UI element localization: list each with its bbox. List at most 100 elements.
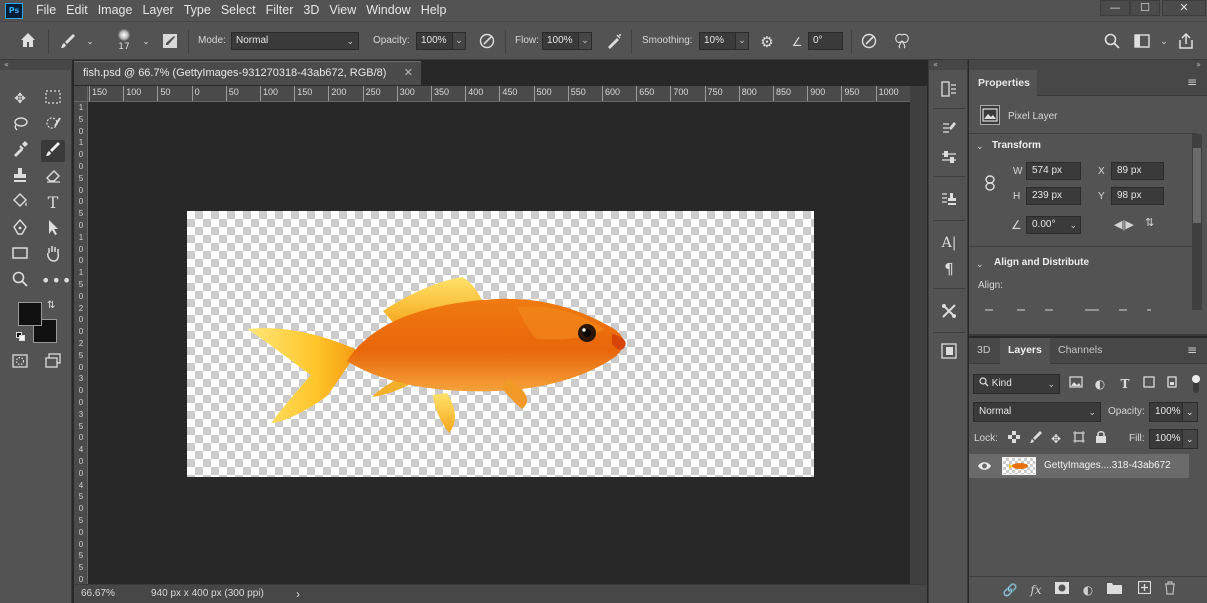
- brush-size-picker[interactable]: 17: [112, 28, 136, 52]
- path-selection-tool-icon[interactable]: [41, 218, 65, 240]
- share-icon[interactable]: [1176, 32, 1196, 52]
- hand-tool-icon[interactable]: [41, 244, 65, 266]
- menu-3d[interactable]: 3D: [298, 0, 324, 21]
- chevron-down-icon[interactable]: ⌄: [976, 259, 984, 270]
- menu-layer[interactable]: Layer: [137, 0, 178, 21]
- link-layers-icon[interactable]: 🔗: [1001, 581, 1019, 599]
- chevron-down-icon[interactable]: ⌄: [136, 32, 156, 52]
- flow-dropdown[interactable]: ⌄: [578, 32, 592, 50]
- menu-view[interactable]: View: [324, 0, 361, 21]
- foreground-color-swatch[interactable]: [18, 302, 42, 326]
- filter-toggle[interactable]: [1188, 375, 1204, 393]
- rectangle-tool-icon[interactable]: [8, 244, 32, 266]
- flip-vertical-icon[interactable]: ⇅: [1145, 216, 1154, 229]
- home-icon[interactable]: [18, 31, 38, 51]
- mode-select[interactable]: Normal ⌄: [231, 32, 359, 50]
- menu-image[interactable]: Image: [93, 0, 138, 21]
- align-buttons-row[interactable]: [983, 303, 1158, 311]
- properties-scrollbar[interactable]: [1192, 134, 1202, 310]
- link-icon[interactable]: [983, 174, 997, 195]
- filter-adjustment-icon[interactable]: ◐: [1091, 375, 1109, 393]
- height-input[interactable]: 239 px: [1026, 187, 1081, 205]
- new-group-icon[interactable]: [1105, 581, 1123, 599]
- adjustment-layer-icon[interactable]: ◐: [1079, 581, 1097, 599]
- zoom-level[interactable]: 66.67%: [81, 585, 115, 603]
- menu-help[interactable]: Help: [416, 0, 452, 21]
- fill-input[interactable]: 100%: [1149, 429, 1183, 449]
- chevron-down-icon[interactable]: ⌄: [80, 32, 100, 52]
- menu-window[interactable]: Window: [361, 0, 415, 21]
- panel-menu-icon[interactable]: ≡: [1187, 75, 1197, 89]
- layer-opacity-dropdown[interactable]: ⌄: [1182, 402, 1198, 422]
- adjustments-sliders-icon[interactable]: [937, 148, 961, 170]
- airbrush-icon[interactable]: [604, 32, 624, 52]
- layers-scrollbar[interactable]: [1195, 454, 1205, 574]
- lock-pixels-icon[interactable]: [1027, 430, 1045, 448]
- y-input[interactable]: 98 px: [1111, 187, 1164, 205]
- x-input[interactable]: 89 px: [1111, 162, 1164, 180]
- tab-layers[interactable]: Layers: [1000, 338, 1050, 364]
- brush-settings-icon[interactable]: [160, 32, 180, 52]
- filter-pixel-icon[interactable]: [1067, 375, 1085, 393]
- eyedropper-tool-icon[interactable]: [8, 140, 32, 162]
- width-input[interactable]: 574 px: [1026, 162, 1081, 180]
- fill-dropdown[interactable]: ⌄: [1182, 429, 1198, 449]
- symmetry-icon[interactable]: [892, 32, 912, 52]
- new-layer-icon[interactable]: [1135, 580, 1153, 599]
- menu-file[interactable]: File: [31, 0, 61, 21]
- close-window-button[interactable]: ✕: [1162, 0, 1206, 16]
- canvas-vertical-scrollbar[interactable]: [910, 86, 927, 584]
- layer-filter-kind[interactable]: Kind ⌄: [973, 374, 1060, 394]
- layer-row[interactable]: GettyImages....318-43ab672: [969, 454, 1189, 478]
- filter-smart-object-icon[interactable]: [1163, 375, 1181, 393]
- default-colors-icon[interactable]: [16, 332, 26, 342]
- opacity-dropdown[interactable]: ⌄: [452, 32, 466, 50]
- document-tab[interactable]: fish.psd @ 66.7% (GettyImages-931270318-…: [74, 61, 421, 85]
- pressure-size-icon[interactable]: [859, 32, 879, 52]
- clone-source-icon[interactable]: [937, 190, 961, 212]
- document-canvas[interactable]: [187, 211, 814, 477]
- rotation-input[interactable]: 0.00° ⌄: [1026, 216, 1081, 234]
- expand-panels[interactable]: «: [929, 60, 967, 70]
- flip-horizontal-icon[interactable]: ◀|▶: [1114, 218, 1134, 231]
- workspace-icon[interactable]: [1132, 32, 1152, 52]
- menu-select[interactable]: Select: [216, 0, 261, 21]
- filter-shape-icon[interactable]: [1140, 375, 1158, 393]
- screen-mode-icon[interactable]: [41, 352, 65, 374]
- maximize-button[interactable]: ☐: [1130, 0, 1160, 16]
- layer-name[interactable]: GettyImages....318-43ab672: [1044, 460, 1171, 471]
- angle-input[interactable]: 0°: [808, 32, 843, 50]
- more-tools-icon[interactable]: •••: [41, 270, 71, 292]
- pressure-opacity-icon[interactable]: [477, 32, 497, 52]
- paragraph-panel-icon[interactable]: ¶: [937, 258, 961, 280]
- character-panel-icon[interactable]: A|: [937, 232, 961, 254]
- menu-edit[interactable]: Edit: [61, 0, 93, 21]
- zoom-tool-icon[interactable]: [8, 270, 32, 292]
- delete-layer-icon[interactable]: [1161, 581, 1179, 599]
- tab-channels[interactable]: Channels: [1050, 338, 1110, 364]
- minimize-button[interactable]: —: [1100, 0, 1130, 16]
- panel-menu-icon[interactable]: ≡: [1187, 343, 1197, 357]
- lock-artboard-icon[interactable]: [1070, 430, 1088, 448]
- opacity-input[interactable]: 100%: [416, 32, 453, 50]
- menu-type[interactable]: Type: [179, 0, 216, 21]
- chevron-down-icon[interactable]: ⌄: [1154, 32, 1174, 52]
- fx-icon[interactable]: fx: [1027, 581, 1045, 599]
- artboard-icon[interactable]: [937, 342, 961, 364]
- quick-selection-tool-icon[interactable]: [41, 114, 65, 136]
- lock-transparency-icon[interactable]: [1005, 430, 1023, 448]
- layer-opacity-input[interactable]: 100%: [1149, 402, 1183, 422]
- add-mask-icon[interactable]: [1053, 581, 1071, 599]
- lock-position-icon[interactable]: ✥: [1047, 430, 1065, 448]
- menu-filter[interactable]: Filter: [261, 0, 299, 21]
- quick-mask-icon[interactable]: [8, 352, 32, 374]
- gear-icon[interactable]: ⚙: [757, 32, 777, 52]
- history-icon[interactable]: [937, 80, 961, 102]
- tab-properties[interactable]: Properties: [978, 77, 1030, 89]
- marquee-tool-icon[interactable]: [41, 88, 65, 110]
- collapse-toolbar[interactable]: «: [0, 60, 72, 70]
- close-icon[interactable]: ✕: [404, 62, 413, 85]
- smoothing-input[interactable]: 10%: [699, 32, 736, 50]
- tab-3d[interactable]: 3D: [969, 338, 998, 364]
- blend-mode-select[interactable]: Normal ⌄: [973, 402, 1101, 422]
